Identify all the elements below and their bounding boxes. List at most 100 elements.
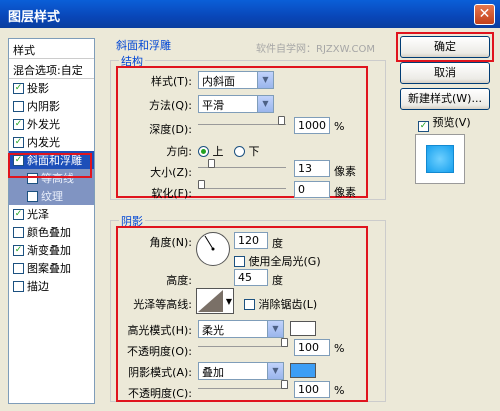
size-slider-thumb[interactable] <box>208 159 215 168</box>
checkbox-icon[interactable] <box>13 280 24 292</box>
checkbox-icon[interactable] <box>234 256 245 267</box>
depth-slider-thumb[interactable] <box>278 116 285 125</box>
checkbox-icon[interactable] <box>244 299 255 310</box>
style-item-outer-glow[interactable]: 外发光 <box>9 115 94 133</box>
soften-label: 软化(F): <box>151 187 192 200</box>
depth-unit: % <box>334 120 345 133</box>
highlight-opacity-unit: % <box>334 342 345 355</box>
soften-input[interactable]: 0 <box>294 181 330 198</box>
shadow-opacity-slider[interactable] <box>198 380 288 389</box>
cancel-button[interactable]: 取消 <box>400 62 490 84</box>
direction-down-option[interactable]: 下 <box>234 143 260 159</box>
radio-icon[interactable] <box>234 146 245 157</box>
soften-unit: 像素 <box>334 186 356 199</box>
style-item-inner-shadow[interactable]: 内阴影 <box>9 97 94 115</box>
angle-input[interactable]: 120 <box>234 232 268 249</box>
direction-up-option[interactable]: 上 <box>198 143 224 159</box>
highlight-opacity-label: 不透明度(O): <box>127 345 192 358</box>
highlight-opacity-value: 100 <box>298 341 319 354</box>
new-style-button[interactable]: 新建样式(W)... <box>400 88 490 110</box>
style-item-gradient-overlay[interactable]: 渐变叠加 <box>9 241 94 259</box>
checkbox-icon[interactable] <box>13 154 24 166</box>
style-item-inner-glow[interactable]: 内发光 <box>9 133 94 151</box>
anti-aliased-label: 消除锯齿(L) <box>258 298 318 311</box>
style-item-drop-shadow[interactable]: 投影 <box>9 79 94 97</box>
highlight-mode-select[interactable]: 柔光 ▼ <box>198 320 284 338</box>
altitude-value: 45 <box>238 271 252 284</box>
style-list: 样式 混合选项:自定 投影 内阴影 外发光 内发光 斜面和浮雕 等高线 纹理 <box>8 38 95 404</box>
blend-options-item[interactable]: 混合选项:自定 <box>9 59 94 79</box>
style-list-header[interactable]: 样式 <box>9 39 94 59</box>
checkbox-icon[interactable] <box>13 136 24 148</box>
style-item-bevel-emboss[interactable]: 斜面和浮雕 <box>9 151 94 169</box>
checkbox-icon[interactable] <box>13 100 24 112</box>
style-item-texture[interactable]: 纹理 <box>9 187 94 205</box>
close-icon[interactable]: ✕ <box>474 4 495 25</box>
shading-title: 阴影 <box>119 213 145 229</box>
style-item-label: 斜面和浮雕 <box>27 154 82 167</box>
altitude-input[interactable]: 45 <box>234 269 268 286</box>
direction-label: 方向: <box>166 145 192 158</box>
style-item-label: 外发光 <box>27 118 60 131</box>
gloss-contour-picker[interactable]: ▼ <box>196 288 234 314</box>
checkbox-icon[interactable] <box>27 190 38 202</box>
size-input[interactable]: 13 <box>294 160 330 177</box>
window-title: 图层样式 <box>8 10 61 25</box>
soften-slider[interactable] <box>198 180 286 189</box>
depth-input[interactable]: 1000 <box>294 117 330 134</box>
soften-value: 0 <box>298 183 305 196</box>
technique-select-value: 平滑 <box>202 99 224 112</box>
highlight-opacity-slider[interactable] <box>198 338 288 347</box>
technique-select[interactable]: 平滑 ▼ <box>198 95 274 113</box>
checkbox-icon[interactable] <box>418 121 429 132</box>
highlight-mode-value: 柔光 <box>202 324 224 337</box>
style-item-contour[interactable]: 等高线 <box>9 169 94 187</box>
shadow-color-swatch[interactable] <box>290 363 316 378</box>
size-slider[interactable] <box>198 159 286 168</box>
chevron-down-icon: ▼ <box>267 321 283 337</box>
checkbox-icon[interactable] <box>13 226 24 238</box>
depth-label: 深度(D): <box>149 123 192 136</box>
radio-selected-icon[interactable] <box>198 146 209 157</box>
depth-slider[interactable] <box>198 116 286 125</box>
checkbox-icon[interactable] <box>13 118 24 130</box>
shadow-opacity-slider-thumb[interactable] <box>281 380 288 389</box>
shadow-opacity-input[interactable]: 100 <box>294 381 330 398</box>
direction-up-label: 上 <box>212 145 224 158</box>
checkbox-icon[interactable] <box>13 244 24 256</box>
shadow-mode-select[interactable]: 叠加 ▼ <box>198 362 284 380</box>
angle-label: 角度(N): <box>149 236 192 249</box>
style-item-label: 内阴影 <box>27 100 60 113</box>
angle-dial[interactable] <box>196 232 230 266</box>
ok-button[interactable]: 确定 <box>400 36 490 58</box>
style-item-color-overlay[interactable]: 颜色叠加 <box>9 223 94 241</box>
depth-value: 1000 <box>298 119 326 132</box>
global-light-label: 使用全局光(G) <box>248 255 321 268</box>
highlight-opacity-input[interactable]: 100 <box>294 339 330 356</box>
anti-aliased-option[interactable]: 消除锯齿(L) <box>244 296 317 312</box>
style-item-satin[interactable]: 光泽 <box>9 205 94 223</box>
style-item-label: 内发光 <box>27 136 60 149</box>
highlight-color-swatch[interactable] <box>290 321 316 336</box>
direction-down-label: 下 <box>248 145 260 158</box>
style-item-label: 光泽 <box>27 208 49 221</box>
preview-swatch <box>426 145 454 173</box>
checkbox-icon[interactable] <box>27 172 38 184</box>
style-item-label: 颜色叠加 <box>27 226 71 239</box>
style-item-stroke[interactable]: 描边 <box>9 277 94 295</box>
global-light-option[interactable]: 使用全局光(G) <box>234 253 321 269</box>
style-item-label: 投影 <box>27 82 49 95</box>
checkbox-icon[interactable] <box>13 82 24 94</box>
style-item-label: 描边 <box>27 280 49 293</box>
checkbox-icon[interactable] <box>13 208 24 220</box>
checkbox-icon[interactable] <box>13 262 24 274</box>
style-select[interactable]: 内斜面 ▼ <box>198 71 274 89</box>
soften-slider-thumb[interactable] <box>198 180 205 189</box>
preview-option[interactable]: 预览(V) <box>418 114 471 132</box>
style-item-pattern-overlay[interactable]: 图案叠加 <box>9 259 94 277</box>
contour-curve-icon <box>198 290 223 312</box>
size-value: 13 <box>298 162 312 175</box>
bevel-emboss-panel: 斜面和浮雕 软件自学网：RJZXW.COM 结构 样式(T): 内斜面 ▼ 方法… <box>102 36 386 406</box>
chevron-down-icon: ▼ <box>257 96 273 112</box>
highlight-opacity-slider-thumb[interactable] <box>281 338 288 347</box>
